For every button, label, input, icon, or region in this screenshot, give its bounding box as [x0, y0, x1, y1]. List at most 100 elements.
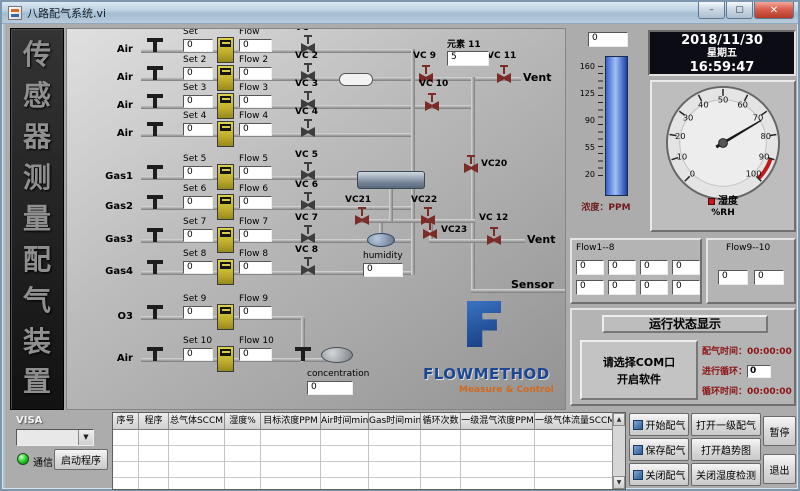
inlet-valve-icon[interactable]	[147, 38, 163, 52]
set-input[interactable]: 0	[183, 261, 213, 274]
table-cell	[139, 430, 169, 446]
close-gas-button[interactable]: 关闭配气	[629, 463, 689, 486]
flow-indicator: 0	[239, 261, 272, 274]
vc-valve-icon[interactable]	[301, 257, 315, 275]
cycle-time-value: 00:00:00	[747, 387, 792, 397]
set-label: Set	[183, 28, 198, 37]
svg-text:10: 10	[677, 151, 688, 161]
gas-time-line: 配气时间：00:00:00	[702, 344, 796, 357]
set-input[interactable]: 0	[183, 196, 213, 209]
flow-readout: 0	[718, 270, 748, 285]
vc20-label: VC20	[481, 159, 507, 169]
outlet-valve-icon[interactable]	[295, 347, 311, 361]
flow-readout: 0	[608, 280, 636, 295]
table-row[interactable]	[113, 430, 625, 446]
svg-text:60: 60	[737, 99, 748, 109]
sidebar-char: 器	[23, 123, 51, 151]
close-humidity-button[interactable]: 关闭湿度检测	[691, 463, 761, 486]
set-input[interactable]: 0	[183, 166, 213, 179]
element-label: 元素 11	[447, 37, 481, 50]
tank-tick-label: 160	[570, 62, 595, 71]
scroll-up-button[interactable]: ▲	[613, 413, 625, 426]
table-cell	[113, 478, 139, 490]
table-row[interactable]	[113, 462, 625, 478]
vc20-valve-icon[interactable]	[464, 155, 478, 173]
gas-source-label: Gas4	[95, 266, 133, 277]
app-window: 八路配气系统.vi – ▢ ✕ 传 感 器 测 量 配 气 装 置	[0, 0, 800, 491]
vc-valve-icon[interactable]	[301, 119, 315, 137]
vc-valve-icon[interactable]	[301, 192, 315, 210]
svg-text:100: 100	[746, 169, 762, 179]
table-scrollbar[interactable]: ▲ ▼	[612, 413, 625, 489]
scroll-down-button[interactable]: ▼	[613, 476, 625, 489]
table-cell	[535, 430, 614, 446]
vc-valve-icon[interactable]	[301, 162, 315, 180]
inlet-valve-icon[interactable]	[147, 122, 163, 136]
start-program-button[interactable]: 启动程序	[54, 449, 108, 470]
vc21-valve-icon[interactable]	[355, 207, 369, 225]
set-input[interactable]: 0	[183, 95, 213, 108]
table-header: 循环次数	[421, 413, 461, 430]
inlet-valve-icon[interactable]	[147, 260, 163, 274]
dropdown-icon[interactable]: ▼	[78, 430, 93, 445]
sidebar-char: 量	[23, 205, 51, 233]
open-primary-gas-button[interactable]: 打开一级配气	[691, 413, 761, 436]
inlet-valve-icon[interactable]	[147, 94, 163, 108]
set-input[interactable]: 0	[183, 306, 213, 319]
table-row[interactable]	[113, 446, 625, 462]
set-label: Set 2	[183, 55, 206, 65]
set-label: Set 7	[183, 217, 206, 227]
vc-valve-label: VC 8	[295, 245, 318, 255]
inlet-valve-icon[interactable]	[147, 66, 163, 80]
inlet-valve-icon[interactable]	[147, 305, 163, 319]
exit-button[interactable]: 退出	[763, 454, 796, 484]
table-cell	[535, 462, 614, 478]
save-gas-button[interactable]: 保存配气	[629, 438, 689, 461]
table-row[interactable]	[113, 478, 625, 490]
flow-label: Flow 7	[239, 217, 268, 227]
vc11-valve-icon[interactable]	[497, 65, 511, 83]
inlet-valve-icon[interactable]	[147, 165, 163, 179]
mfc-icon	[217, 37, 234, 63]
save-gas-label: 保存配气	[646, 442, 686, 457]
vc12-valve-icon[interactable]	[487, 227, 501, 245]
vc10-valve-icon[interactable]	[425, 93, 439, 111]
inlet-valve-icon[interactable]	[147, 347, 163, 361]
flow-indicator: 0	[239, 196, 272, 209]
close-button[interactable]: ✕	[754, 2, 794, 19]
start-gas-button[interactable]: 开始配气	[629, 413, 689, 436]
table-cell	[321, 446, 369, 462]
vc-valve-icon[interactable]	[301, 225, 315, 243]
table-cell	[421, 446, 461, 462]
svg-text:80: 80	[760, 131, 771, 141]
concentration-indicator: 0	[307, 381, 353, 395]
flow18-label: Flow1--8	[576, 243, 615, 253]
mfc-icon	[217, 65, 234, 91]
flowmethod-logo-text: FLOWMETHOD	[423, 365, 550, 383]
set-input[interactable]: 0	[183, 348, 213, 361]
set-input[interactable]: 0	[183, 123, 213, 136]
visa-resource-combo[interactable]: ▼	[16, 429, 94, 446]
set-input[interactable]: 0	[183, 39, 213, 52]
open-trend-button[interactable]: 打开趋势图	[691, 438, 761, 461]
table-cell	[535, 446, 614, 462]
titlebar[interactable]: 八路配气系统.vi – ▢ ✕	[2, 2, 798, 24]
table-cell	[225, 478, 261, 490]
set-input[interactable]: 0	[183, 67, 213, 80]
flow18-panel: Flow1--8 0 0 0 0 0 0 0 0	[570, 238, 702, 304]
flow-readout: 0	[672, 260, 700, 275]
minimize-button[interactable]: –	[698, 2, 725, 19]
table-header: 总气体SCCM	[169, 413, 225, 430]
element-input[interactable]: 5	[447, 51, 489, 66]
table-cell	[369, 446, 421, 462]
inlet-valve-icon[interactable]	[147, 195, 163, 209]
datetime-display: 2018/11/30 星期五 16:59:47	[648, 30, 796, 76]
comm-led-icon	[17, 453, 29, 465]
sensor-label: Sensor	[511, 278, 554, 291]
pause-button[interactable]: 暂停	[763, 416, 796, 446]
set-input[interactable]: 0	[183, 229, 213, 242]
inlet-valve-icon[interactable]	[147, 228, 163, 242]
pipe	[141, 206, 413, 210]
maximize-button[interactable]: ▢	[726, 2, 753, 19]
vc23-valve-icon[interactable]	[423, 221, 437, 239]
